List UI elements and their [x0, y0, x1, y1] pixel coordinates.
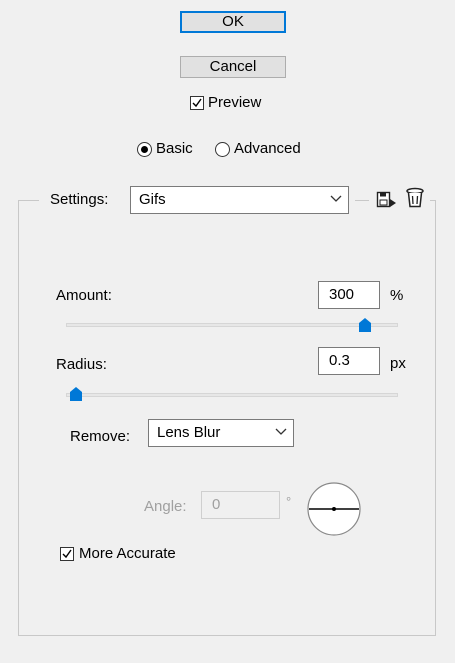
radio-basic-circle[interactable]	[137, 142, 152, 157]
amount-slider-track[interactable]	[66, 323, 398, 327]
radio-selected-dot	[141, 146, 148, 153]
amount-label: Amount:	[56, 287, 112, 304]
remove-select[interactable]: Lens Blur	[148, 419, 294, 447]
radius-slider-thumb[interactable]	[69, 387, 82, 401]
chevron-down-icon	[330, 195, 342, 202]
radius-input[interactable]: 0.3	[318, 347, 380, 375]
amount-input[interactable]: 300	[318, 281, 380, 309]
preview-label: Preview	[208, 94, 262, 111]
settings-select[interactable]: Gifs	[130, 186, 349, 214]
group-border-left	[18, 200, 19, 636]
group-border-top-mid	[355, 200, 369, 201]
remove-label: Remove:	[70, 428, 131, 445]
group-border-bottom	[18, 635, 436, 636]
angle-label: Angle:	[144, 498, 187, 515]
more-accurate-label: More Accurate	[79, 545, 176, 562]
radius-unit: px	[390, 355, 406, 372]
group-border-right	[435, 200, 436, 636]
save-preset-icon[interactable]	[376, 190, 398, 210]
amount-unit: %	[390, 287, 404, 304]
remove-select-value: Lens Blur	[157, 424, 221, 441]
ok-button[interactable]: OK	[180, 11, 286, 33]
amount-slider-thumb[interactable]	[358, 318, 371, 332]
angle-dial-icon	[307, 482, 361, 536]
angle-unit: °	[286, 494, 292, 509]
radius-label: Radius:	[56, 356, 107, 373]
check-icon	[62, 549, 72, 559]
check-icon	[192, 98, 202, 108]
radio-basic-label: Basic	[156, 140, 193, 157]
settings-select-value: Gifs	[139, 191, 166, 208]
preview-check-box[interactable]	[190, 96, 204, 110]
radio-advanced-circle[interactable]	[215, 142, 230, 157]
trash-icon[interactable]	[405, 187, 425, 209]
angle-input: 0	[201, 491, 280, 519]
chevron-down-icon	[275, 428, 287, 435]
radio-advanced-label: Advanced	[234, 140, 301, 157]
group-border-top-left	[18, 200, 39, 201]
cancel-button[interactable]: Cancel	[180, 56, 286, 78]
settings-label: Settings:	[50, 191, 109, 208]
more-accurate-check-box[interactable]	[60, 547, 74, 561]
radius-slider-track[interactable]	[66, 393, 398, 397]
